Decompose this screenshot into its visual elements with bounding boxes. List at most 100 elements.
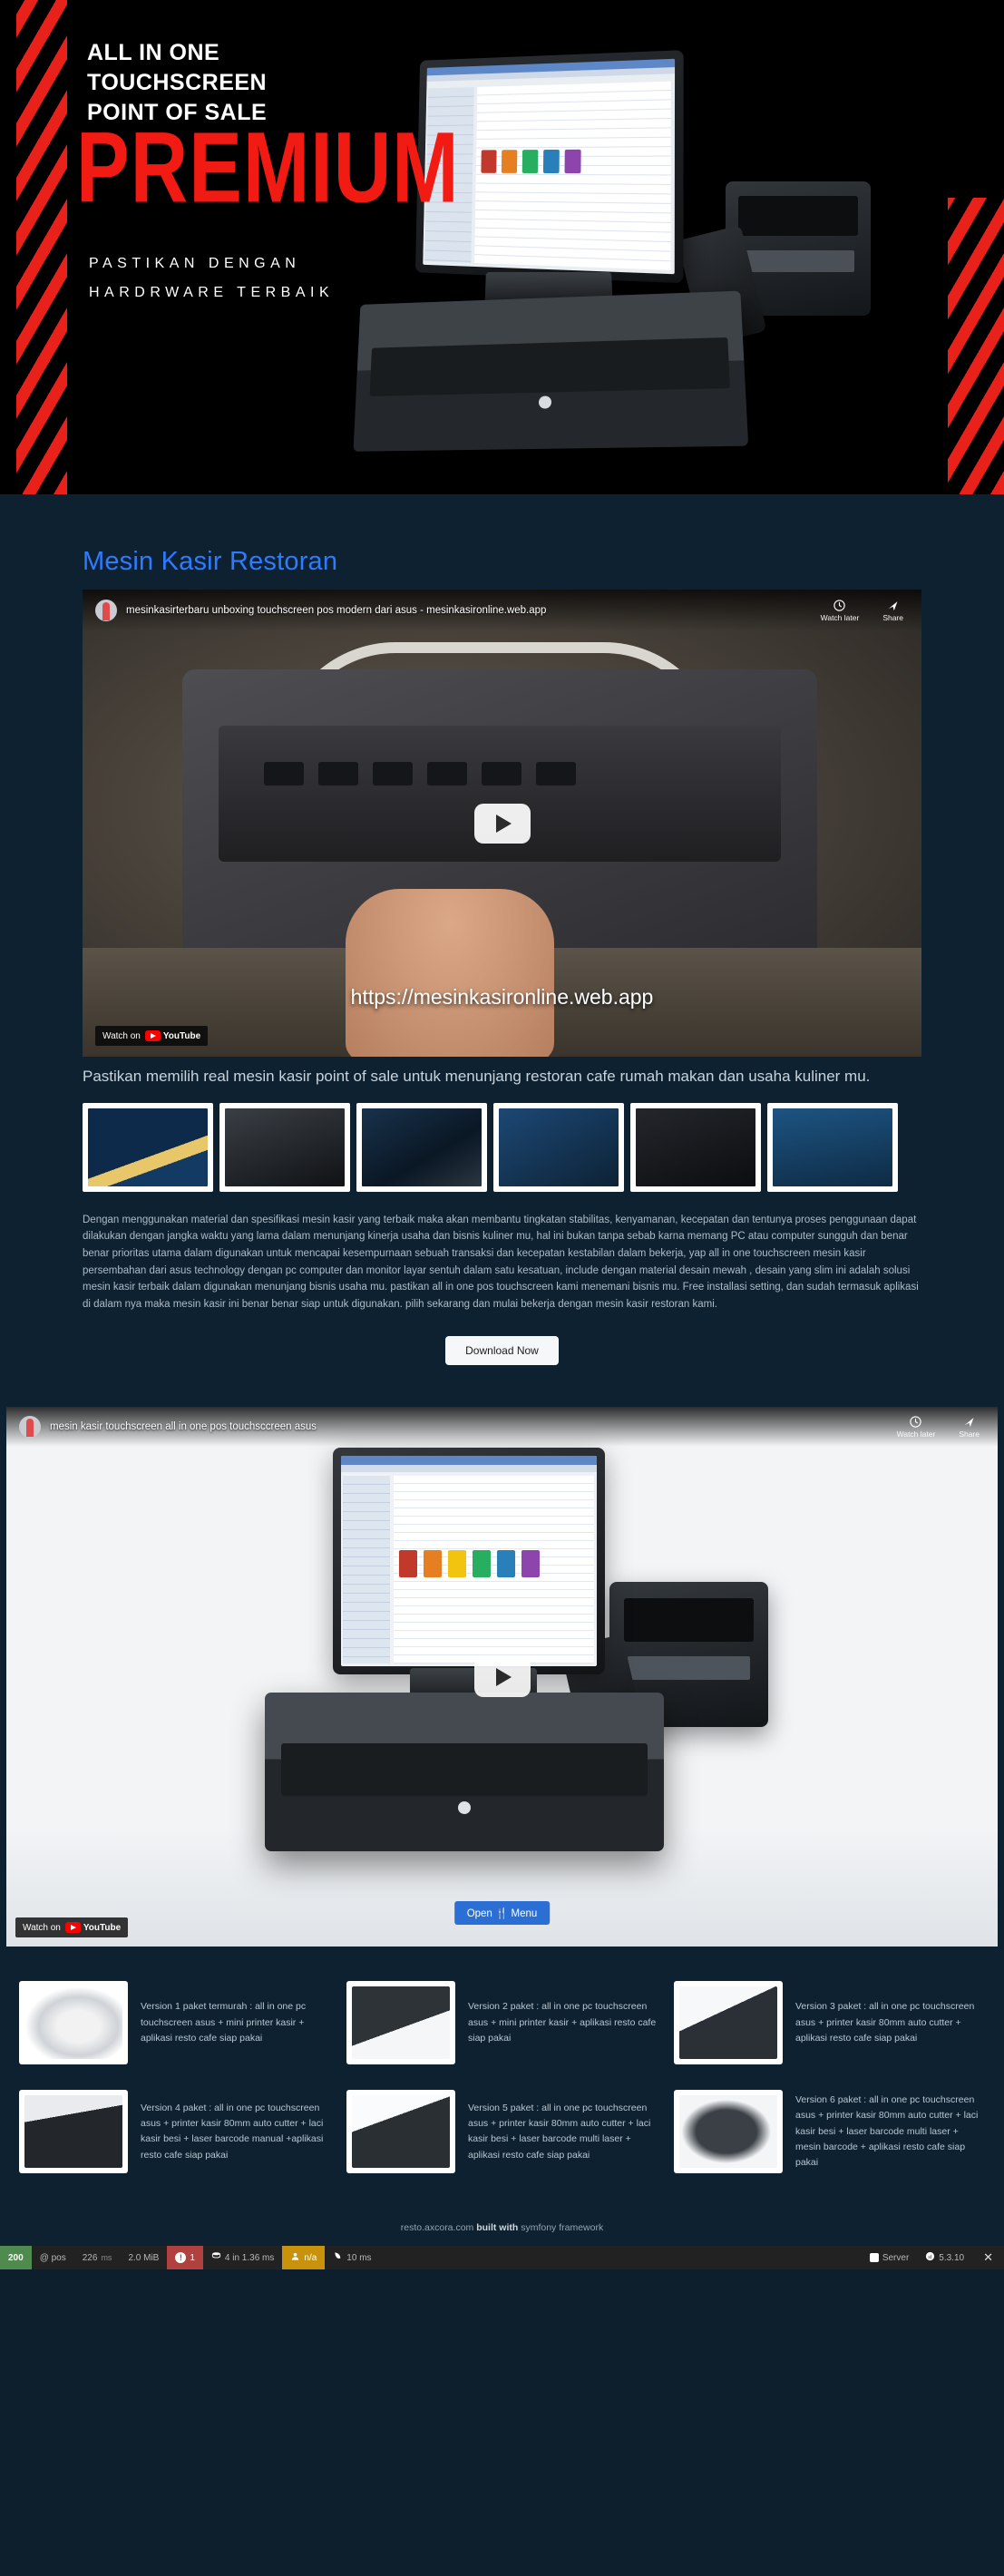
product-image-3 bbox=[674, 1981, 783, 2065]
clock-icon-2 bbox=[910, 1416, 922, 1429]
security-user: n/a bbox=[304, 2252, 317, 2263]
video-player-1[interactable]: mesinkasirterbaru unboxing touchscreen p… bbox=[83, 590, 921, 1057]
product-card-1[interactable]: Version 1 paket termurah : all in one pc… bbox=[19, 1981, 330, 2065]
server-indicator[interactable]: Server bbox=[862, 2246, 917, 2269]
product-image-6 bbox=[674, 2090, 783, 2174]
symfony-version-indicator[interactable]: sf 5.3.10 bbox=[917, 2246, 972, 2269]
product-description-4: Version 4 paket : all in one pc touchscr… bbox=[141, 2102, 324, 2161]
thumbnail-item-1[interactable] bbox=[83, 1102, 213, 1192]
product-description-6: Version 6 paket : all in one pc touchscr… bbox=[795, 2094, 979, 2169]
play-button-2[interactable] bbox=[473, 1656, 531, 1697]
product-description-2: Version 2 paket : all in one pc touchscr… bbox=[468, 2001, 657, 2044]
share-button[interactable]: Share bbox=[882, 599, 903, 622]
symfony-debug-toolbar: 200 @ pos 226 ms 2.0 MiB ! 1 4 in 1.36 m… bbox=[0, 2246, 1004, 2270]
product-card-4[interactable]: Version 4 paket : all in one pc touchscr… bbox=[19, 2090, 330, 2174]
page-root: ALL IN ONE TOUCHSCREEN POINT OF SALE PRE… bbox=[0, 0, 1004, 2270]
lead-paragraph: Pastikan memilih real mesin kasir point … bbox=[83, 1068, 871, 1085]
exception-indicator[interactable]: ! 1 bbox=[167, 2246, 203, 2270]
clock-icon bbox=[833, 600, 846, 611]
doctrine-query-stats: 4 in 1.36 ms bbox=[224, 2252, 275, 2263]
page-title: Mesin Kasir Restoran bbox=[83, 547, 338, 576]
product-grid: Version 1 paket termurah : all in one pc… bbox=[19, 1981, 985, 2174]
hero-cash-drawer-image bbox=[353, 290, 749, 452]
download-now-button[interactable]: Download Now bbox=[445, 1336, 559, 1366]
symfony-version: 5.3.10 bbox=[939, 2252, 965, 2263]
watch-later-button[interactable]: Watch later bbox=[820, 599, 860, 622]
product-image-2 bbox=[346, 1981, 455, 2065]
http-status-badge[interactable]: 200 bbox=[0, 2246, 32, 2270]
svg-text:sf: sf bbox=[929, 2254, 932, 2260]
product-description-1: Version 1 paket termurah : all in one pc… bbox=[141, 2001, 307, 2044]
hero-premium-title: PREMIUM bbox=[76, 111, 460, 224]
memory-usage-indicator[interactable]: 2.0 MiB bbox=[120, 2246, 167, 2269]
body-paragraph: Dengan menggunakan material dan spesifik… bbox=[83, 1214, 919, 1310]
route-indicator[interactable]: @ pos bbox=[32, 2246, 74, 2269]
user-icon bbox=[290, 2251, 300, 2264]
twig-leaf-icon bbox=[333, 2251, 343, 2264]
share-arrow-icon-2 bbox=[964, 1418, 974, 1428]
doctrine-indicator[interactable]: 4 in 1.36 ms bbox=[203, 2246, 282, 2269]
request-time-indicator[interactable]: 226 ms bbox=[74, 2246, 121, 2269]
database-icon bbox=[211, 2251, 221, 2264]
product-card-3[interactable]: Version 3 paket : all in one pc touchscr… bbox=[674, 1981, 985, 2065]
watch-on-label-2: Watch on bbox=[23, 1922, 61, 1933]
request-time-unit: ms bbox=[101, 2253, 112, 2263]
video-1-title[interactable]: mesinkasirterbaru unboxing touchscreen p… bbox=[126, 605, 546, 616]
hero-subtitle-line-2: HARDRWARE TERBAIK bbox=[89, 285, 335, 300]
thumbnail-item-5[interactable] bbox=[630, 1102, 761, 1192]
share-button-2[interactable]: Share bbox=[959, 1415, 980, 1439]
video-section-2: mesin kasir touchscreen all in one pos t… bbox=[0, 1407, 1004, 1947]
product-thumbnail-strip bbox=[83, 1102, 921, 1192]
footer-framework: symfony framework bbox=[521, 2222, 604, 2234]
thumbnail-item-2[interactable] bbox=[219, 1102, 350, 1192]
footer-site-name: resto.axcora.com bbox=[400, 2222, 474, 2234]
watch-later-label-2: Watch later bbox=[896, 1429, 936, 1439]
product-description-3: Version 3 paket : all in one pc touchscr… bbox=[795, 2001, 975, 2044]
pos-cash-drawer-image bbox=[265, 1693, 664, 1852]
channel-avatar-icon-2 bbox=[19, 1416, 41, 1439]
pos-monitor-image bbox=[333, 1448, 605, 1675]
twig-render-time: 10 ms bbox=[346, 2252, 372, 2263]
product-image-5 bbox=[346, 2090, 455, 2174]
play-button-1[interactable] bbox=[473, 803, 531, 844]
main-content-section: Mesin Kasir Restoran mesinkasirterbaru u… bbox=[0, 494, 1004, 1408]
channel-avatar-icon bbox=[95, 600, 117, 621]
thumbnail-item-6[interactable] bbox=[767, 1102, 898, 1192]
request-time-value: 226 bbox=[82, 2252, 98, 2263]
product-card-6[interactable]: Version 6 paket : all in one pc touchscr… bbox=[674, 2090, 985, 2174]
open-menu-button[interactable]: Open 🍴 Menu bbox=[453, 1901, 551, 1926]
watch-on-youtube-button-1[interactable]: Watch on YouTube bbox=[95, 1026, 209, 1046]
youtube-label-2: YouTube bbox=[83, 1922, 122, 1933]
hero-stripes-left-decoration bbox=[16, 0, 67, 494]
watch-on-youtube-button-2[interactable]: Watch on YouTube bbox=[15, 1917, 129, 1938]
close-toolbar-button[interactable]: ✕ bbox=[972, 2246, 1004, 2269]
product-grid-section: Version 1 paket termurah : all in one pc… bbox=[0, 1947, 1004, 2216]
hero-subtitle-line-1: PASTIKAN DENGAN bbox=[89, 256, 301, 271]
product-card-5[interactable]: Version 5 paket : all in one pc touchscr… bbox=[346, 2090, 658, 2174]
video-1-top-bar: mesinkasirterbaru unboxing touchscreen p… bbox=[83, 590, 921, 631]
footer-built-with: built with bbox=[476, 2222, 519, 2234]
hero-banner: ALL IN ONE TOUCHSCREEN POINT OF SALE PRE… bbox=[0, 0, 1004, 494]
video-player-2[interactable]: mesin kasir touchscreen all in one pos t… bbox=[0, 1407, 1004, 1947]
symfony-logo-icon: sf bbox=[925, 2251, 935, 2264]
hero-subtitle: PASTIKAN DENGAN HARDRWARE TERBAIK bbox=[89, 249, 334, 307]
thumbnail-item-3[interactable] bbox=[356, 1102, 487, 1192]
twig-indicator[interactable]: 10 ms bbox=[325, 2246, 379, 2269]
hero-headline-line-2: TOUCHSCREEN bbox=[87, 70, 268, 95]
video-2-top-bar: mesin kasir touchscreen all in one pos t… bbox=[6, 1407, 998, 1448]
product-image-4 bbox=[19, 2090, 128, 2174]
share-arrow-icon bbox=[888, 601, 898, 611]
watch-later-button-2[interactable]: Watch later bbox=[896, 1415, 936, 1439]
server-label: Server bbox=[882, 2252, 910, 2263]
footer-credit: resto.axcora.com built with symfony fram… bbox=[0, 2215, 1004, 2247]
watch-later-label: Watch later bbox=[820, 613, 860, 622]
exception-count: 1 bbox=[190, 2252, 195, 2263]
security-indicator[interactable]: n/a bbox=[282, 2246, 326, 2270]
video-1-url-overlay: https://mesinkasironline.web.app bbox=[350, 985, 654, 1009]
watch-on-label-1: Watch on bbox=[102, 1030, 141, 1041]
youtube-logo-icon bbox=[144, 1030, 161, 1041]
exception-icon: ! bbox=[175, 2252, 187, 2264]
thumbnail-item-4[interactable] bbox=[493, 1102, 624, 1192]
video-2-title[interactable]: mesin kasir touchscreen all in one pos t… bbox=[50, 1421, 317, 1432]
product-card-2[interactable]: Version 2 paket : all in one pc touchscr… bbox=[346, 1981, 658, 2065]
